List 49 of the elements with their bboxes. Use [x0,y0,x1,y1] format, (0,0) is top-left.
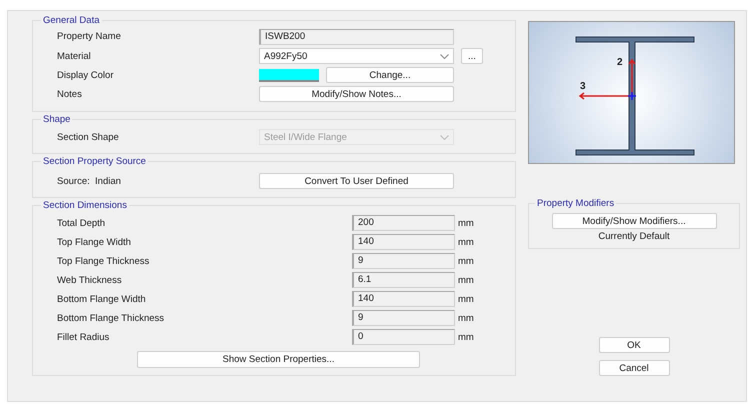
field-label: Property Name [57,31,122,42]
field-label: Source: Indian [57,176,122,186]
dimension-field[interactable]: 9 [352,310,455,326]
field-label: Bottom Flange Thickness [57,312,166,324]
material-dropdown[interactable]: A992Fy50 [259,48,454,64]
status-text: Currently Default [598,231,670,242]
group-title: Section Dimensions [42,200,128,211]
modifiers-button[interactable]: Modify/Show Modifiers... [552,213,716,229]
caret-icon [440,54,449,58]
dialog-button[interactable]: Cancel [598,360,670,376]
convert-button[interactable]: Convert To User Defined [259,173,454,189]
field-label: Fillet Radius [57,332,110,342]
group-title: Section Property Source [42,156,147,167]
dialog-button[interactable]: OK [598,337,670,353]
unit-label: mm [458,256,474,266]
property-name-field[interactable]: ISWB200 [259,28,454,44]
field-label: Top Flange Width [57,236,132,248]
dimension-field[interactable]: 0 [352,329,455,345]
axis-label: 3 [580,81,586,92]
unit-label: mm [458,312,474,324]
field-label: Notes [57,88,83,100]
field-label: Top Flange Thickness [57,256,150,266]
group-title: Property Modifiers [536,198,616,209]
dimension-field[interactable]: 140 [352,234,455,250]
browse-button[interactable]: ... [461,48,483,64]
unit-label: mm [458,274,474,286]
dimension-field[interactable]: 200 [352,215,455,231]
unit-label: mm [458,294,474,304]
axis-label: 2 [617,57,623,68]
caret-icon [440,134,449,140]
field-label: Bottom Flange Width [57,294,147,304]
origin-icon [627,91,637,101]
color-swatch[interactable] [259,68,319,82]
group-title: Shape [42,114,72,125]
dimension-field[interactable]: 6.1 [352,272,455,288]
field-label: Total Depth [57,218,106,228]
field-label: Web Thickness [57,274,123,286]
unit-label: mm [458,332,474,342]
dimension-field[interactable]: 9 [352,253,455,269]
field-label: Display Color [57,70,114,80]
change-button[interactable]: Change... [326,67,454,83]
show-properties-button[interactable]: Show Section Properties... [137,350,420,368]
dimension-field[interactable]: 140 [352,291,455,307]
unit-label: mm [458,218,474,228]
group-title: General Data [42,15,101,26]
notes-button[interactable]: Modify/Show Notes... [259,86,454,102]
field-label: Section Shape [57,132,120,142]
unit-label: mm [458,236,474,248]
field-label: Material [57,50,92,62]
